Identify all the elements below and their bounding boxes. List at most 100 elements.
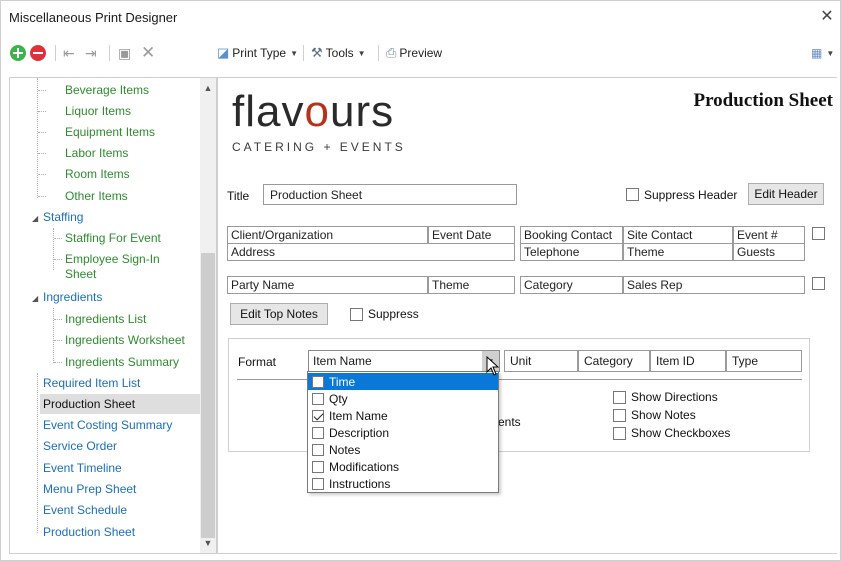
tree-branch (54, 259, 62, 260)
option-checkbox[interactable] (312, 375, 324, 388)
suppress-header-checkbox[interactable] (626, 188, 639, 201)
indent-button[interactable]: ⇥ (85, 43, 97, 63)
tree-item-labor-items[interactable]: Labor Items (65, 143, 128, 163)
scroll-thumb[interactable] (201, 253, 215, 538)
option-checkbox[interactable] (312, 426, 324, 439)
field-party-name[interactable]: Party Name (227, 276, 428, 294)
tree-item-event-costing-summary[interactable]: Event Costing Summary (43, 415, 172, 435)
sidebar-scrollbar[interactable]: ▲ ▼ (200, 78, 216, 553)
logo-text: flav (232, 87, 305, 136)
tree-item-service-order[interactable]: Service Order (43, 436, 117, 456)
edit-header-button[interactable]: Edit Header (748, 183, 824, 205)
outdent-button[interactable]: ⇤ (63, 43, 75, 63)
format-column-unit[interactable]: Unit (504, 350, 578, 372)
field-sales-rep[interactable]: Sales Rep (623, 276, 805, 294)
tree-item-event-timeline[interactable]: Event Timeline (43, 458, 122, 478)
field-guests[interactable]: Guests (733, 243, 805, 261)
tree-branch (54, 319, 62, 320)
plus-icon (10, 45, 26, 61)
dropdown-option-time[interactable]: Time (308, 373, 498, 390)
field-theme-2[interactable]: Theme (428, 276, 515, 294)
collapse-triangle-icon[interactable]: ◢ (32, 294, 38, 303)
tree-branch (38, 196, 46, 197)
tree-item-equipment-items[interactable]: Equipment Items (65, 122, 155, 142)
dropdown-option-instructions[interactable]: Instructions (308, 475, 498, 492)
tree-item-ingredients-summary[interactable]: Ingredients Summary (65, 352, 179, 372)
tree-item-production-sheet-selected[interactable]: Production Sheet (40, 394, 202, 414)
field-address[interactable]: Address (227, 243, 515, 261)
dropdown-option-item-name[interactable]: Item Name (308, 407, 498, 424)
print-tree[interactable]: Beverage Items Liquor Items Equipment It… (9, 77, 217, 554)
tree-item-ingredients[interactable]: Ingredients (43, 287, 102, 307)
close-icon[interactable]: ✕ (816, 6, 838, 26)
save-button[interactable]: ▣ (118, 43, 131, 63)
row1-checkbox[interactable] (812, 227, 825, 240)
add-button[interactable] (10, 43, 26, 63)
dropdown-option-notes[interactable]: Notes (308, 441, 498, 458)
show-checkboxes-checkbox[interactable] (613, 427, 626, 440)
tree-line (37, 373, 38, 533)
format-column-dropdown[interactable]: Item Name ▼ (308, 350, 500, 372)
tree-item-employee-sign-in-sheet[interactable]: Sheet (65, 267, 96, 281)
tree-line (53, 228, 54, 270)
option-checkbox[interactable] (312, 392, 324, 405)
tools-button[interactable]: ⚒ Tools ▼ (311, 43, 366, 63)
collapse-triangle-icon[interactable]: ◢ (32, 214, 38, 223)
edit-top-notes-button[interactable]: Edit Top Notes (230, 303, 328, 325)
tree-item-beverage-items[interactable]: Beverage Items (65, 80, 149, 100)
tree-item-event-schedule[interactable]: Event Schedule (43, 500, 127, 520)
option-checkbox[interactable] (312, 443, 324, 456)
title-input[interactable]: Production Sheet (263, 184, 517, 205)
tree-item-staffing-for-event[interactable]: Staffing For Event (65, 228, 161, 248)
delete-x-icon: ✕ (141, 43, 156, 62)
format-column-item-id[interactable]: Item ID (650, 350, 726, 372)
dropdown-option-modifications[interactable]: Modifications (308, 458, 498, 475)
suppress-top-notes-checkbox[interactable] (350, 308, 363, 321)
field-theme[interactable]: Theme (623, 243, 733, 261)
show-notes-label: Show Notes (631, 408, 696, 422)
field-telephone[interactable]: Telephone (520, 243, 623, 261)
tree-item-ingredients-list[interactable]: Ingredients List (65, 309, 146, 329)
field-site-contact[interactable]: Site Contact (623, 226, 733, 244)
preview-button[interactable]: ⎙ Preview (386, 43, 442, 63)
dropdown-option-description[interactable]: Description (308, 424, 498, 441)
format-column-type[interactable]: Type (726, 350, 802, 372)
tree-item-required-item-list[interactable]: Required Item List (43, 373, 140, 393)
field-category[interactable]: Category (520, 276, 623, 294)
format-column-category[interactable]: Category (578, 350, 650, 372)
show-notes-checkbox[interactable] (613, 409, 626, 422)
delete-button[interactable]: ✕ (141, 43, 155, 63)
option-checkbox-checked[interactable] (312, 409, 324, 422)
tree-line (37, 78, 38, 198)
chevron-down-icon: ▼ (357, 48, 366, 58)
tree-item-staffing[interactable]: Staffing (43, 207, 83, 227)
scroll-down-icon[interactable]: ▼ (200, 535, 216, 551)
tree-item-ingredients-worksheet[interactable]: Ingredients Worksheet (65, 330, 185, 350)
tree-item-room-items[interactable]: Room Items (65, 164, 130, 184)
field-client-organization[interactable]: Client/Organization (227, 226, 428, 244)
print-type-button[interactable]: ◪ Print Type ▼ (217, 43, 298, 63)
window-title: Miscellaneous Print Designer (9, 10, 178, 25)
layout-menu-button[interactable]: ▦ ▼ (811, 43, 834, 63)
tree-item-liquor-items[interactable]: Liquor Items (65, 101, 131, 121)
dropdown-option-qty[interactable]: Qty (308, 390, 498, 407)
field-event-number[interactable]: Event # (733, 226, 805, 244)
option-label: Instructions (329, 476, 391, 491)
option-checkbox[interactable] (312, 477, 324, 490)
field-booking-contact[interactable]: Booking Contact (520, 226, 623, 244)
tree-item-other-items[interactable]: Other Items (65, 186, 128, 206)
title-label: Title (227, 189, 250, 203)
tree-item-employee-sign-in[interactable]: Employee Sign-In (65, 252, 160, 266)
field-event-date[interactable]: Event Date (428, 226, 515, 244)
row3-checkbox[interactable] (812, 277, 825, 290)
print-designer-window: Miscellaneous Print Designer ✕ ⇤ ⇥ ▣ ✕ ◪… (0, 0, 841, 561)
remove-button[interactable] (30, 43, 46, 63)
toolbar-divider (303, 45, 304, 61)
format-dropdown-list[interactable]: Time Qty Item Name Description Notes Mod… (307, 371, 499, 493)
option-checkbox[interactable] (312, 460, 324, 473)
show-directions-checkbox[interactable] (613, 391, 626, 404)
preview-icon: ⎙ (386, 45, 397, 60)
tree-item-production-sheet[interactable]: Production Sheet (43, 522, 135, 542)
scroll-up-icon[interactable]: ▲ (200, 80, 216, 96)
tree-item-menu-prep-sheet[interactable]: Menu Prep Sheet (43, 479, 136, 499)
